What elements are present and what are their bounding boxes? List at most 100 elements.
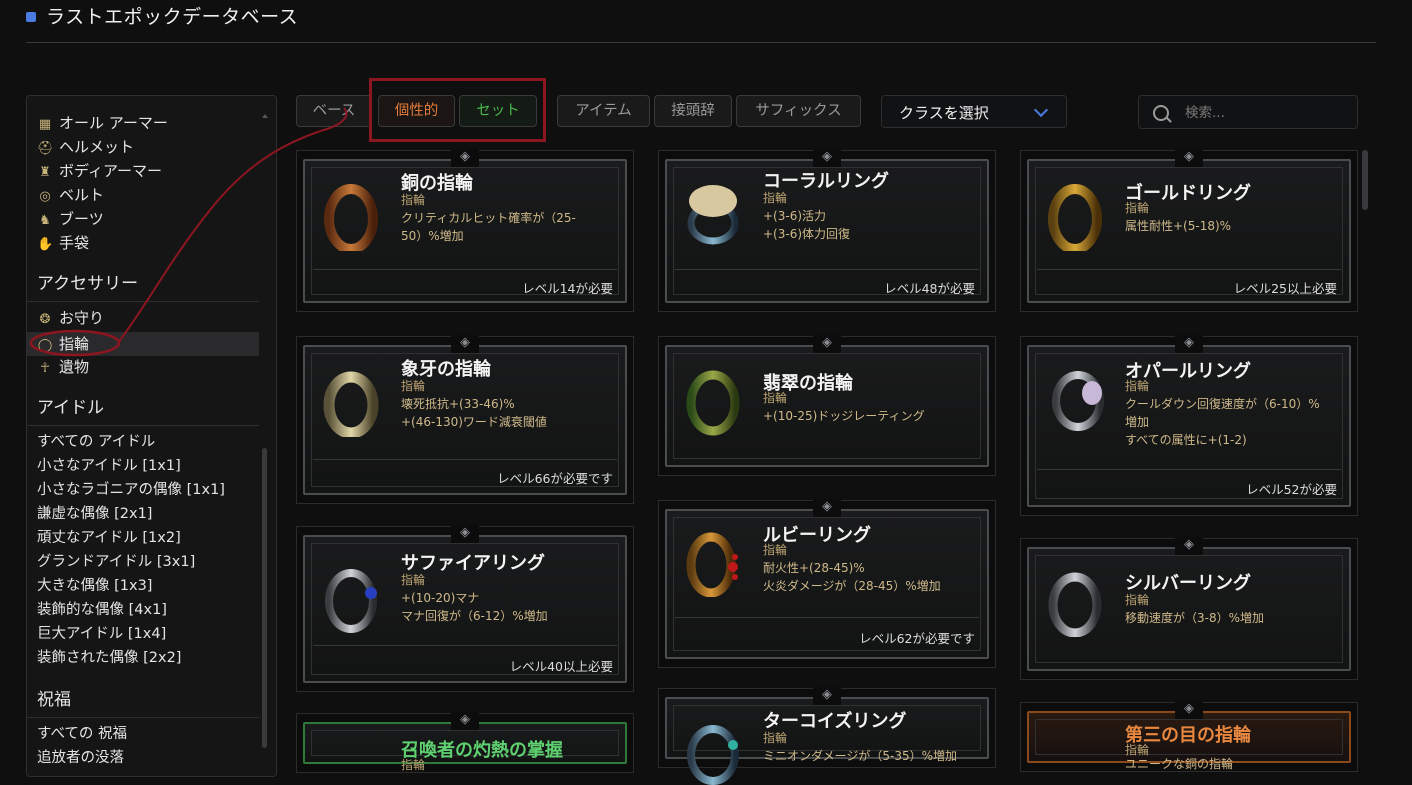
main-scrollbar[interactable] (1362, 150, 1368, 210)
level-requirement: レベル14が必要 (522, 281, 613, 296)
sidebar-item-idol[interactable]: 小さなアイドル [1x1] (37, 455, 181, 477)
crest-icon: ◈ (1175, 149, 1203, 167)
item-card-summoner-grasp[interactable]: ◈ 召喚者の灼熱の掌握 指輪 (296, 712, 634, 773)
item-card-third-eye-ring[interactable]: ◈ 第三の目の指輪 指輪 ユニークな銅の指輪 (1020, 701, 1358, 772)
ruby-ring-icon (686, 532, 738, 597)
item-type: 指輪 (763, 191, 788, 205)
crest-icon: ◈ (813, 335, 841, 353)
sidebar-item-relic[interactable]: ☥ 遺物 (37, 356, 89, 378)
page-header: ラストエポックデータベース (26, 0, 1376, 43)
silver-ring-icon (1048, 572, 1102, 637)
item-card-ruby-ring[interactable]: ◈ ルビーリング 指輪 耐火性+(28-45)% 火炎ダメージが（28-45）%増… (658, 499, 996, 668)
item-card-opal-ring[interactable]: ◈ オパールリング 指輪 クールダウン回復速度が（6-10）% 増加 すべての属性に… (1020, 335, 1358, 516)
divider (27, 301, 259, 302)
logo-square-icon (26, 12, 36, 22)
sidebar-item-blessing[interactable]: すべての 祝福 (37, 723, 127, 745)
item-mods: 壊死抵抗+(33-46)% +(46-130)ワード減衰閾値 (401, 397, 547, 429)
section-heading-blessing: 祝福 (37, 690, 71, 710)
ring-icon: ◯ (37, 338, 53, 353)
gold-ring-icon (1048, 184, 1102, 251)
item-card-gold-ring[interactable]: ◈ ゴールドリング 指輪 属性耐性+(5-18)% レベル25以上必要 (1020, 149, 1358, 312)
copper-ring-icon (324, 184, 378, 251)
crest-icon: ◈ (451, 712, 479, 730)
item-mods: クリティカルヒット確率が（25- 50）%増加 (401, 211, 576, 243)
sidebar-scrollbar[interactable] (262, 448, 267, 748)
page-title: ラストエポックデータベース (46, 6, 299, 28)
sidebar-item-boots[interactable]: ♞ ブーツ (37, 208, 104, 230)
item-card-jade-ring[interactable]: ◈ 翡翠の指輪 指輪 +(10-25)ドッジレーティング (658, 335, 996, 476)
sidebar-item-idol[interactable]: 小さなラゴニアの偶像 [1x1] (37, 479, 225, 501)
body-armor-icon: ♜ (39, 165, 51, 180)
turquoise-ring-icon (687, 725, 739, 785)
jade-ring-icon (686, 370, 740, 436)
gloves-icon: ✋ (37, 237, 54, 252)
relic-icon: ☥ (40, 361, 50, 376)
level-requirement: レベル40以上必要 (509, 659, 613, 674)
sidebar-item-helmet[interactable]: ⛑ ヘルメット (37, 136, 134, 158)
divider (27, 717, 259, 718)
chevron-down-icon (1033, 102, 1049, 118)
level-requirement: レベル25以上必要 (1233, 281, 1337, 296)
sidebar-item-belt[interactable]: ◎ ベルト (37, 184, 104, 206)
item-type: 指輪 (763, 731, 788, 745)
sidebar-item-idol[interactable]: 謙虚な偶像 [2x1] (37, 503, 152, 525)
sidebar-item-blessing[interactable]: 追放者の没落 (37, 747, 124, 769)
item-mods: ミニオンダメージが（5-35）%増加 (763, 749, 958, 763)
tab-suffix[interactable]: サフィックス (736, 95, 861, 127)
item-card-turquoise-ring[interactable]: ◈ ターコイズリング 指輪 ミニオンダメージが（5-35）%増加 (658, 687, 996, 785)
sidebar-item-body-armor[interactable]: ♜ ボディアーマー (37, 160, 162, 182)
search-box[interactable] (1138, 95, 1358, 129)
item-mods: +(10-20)マナ マナ回復が（6-12）%増加 (401, 591, 548, 623)
scroll-up-arrow-icon[interactable] (262, 114, 268, 118)
item-type: 指輪 (1125, 201, 1150, 215)
item-mods: +(3-6)活力 +(3-6)体力回復 (763, 209, 851, 241)
sidebar-item-idol[interactable]: グランドアイドル [3x1] (37, 551, 195, 573)
item-mods: クールダウン回復速度が（6-10）% 増加 すべての属性に+(1-2) (1125, 397, 1320, 447)
crest-icon: ◈ (813, 687, 841, 705)
level-requirement: レベル62が必要です (859, 631, 975, 646)
sidebar-item-ring[interactable]: ◯ 指輪 (37, 333, 89, 355)
sidebar-item-gloves[interactable]: ✋ 手袋 (37, 232, 89, 254)
sidebar-item-idol[interactable]: 大きな偶像 [1x3] (37, 575, 152, 597)
sidebar-item-idol[interactable]: 装飾された偶像 [2x2] (37, 647, 181, 669)
level-requirement: レベル48が必要 (884, 281, 975, 296)
item-card-coral-ring[interactable]: ◈ コーラルリング 指輪 +(3-6)活力 +(3-6)体力回復 レベル48が必要 (658, 149, 996, 312)
crest-icon: ◈ (451, 149, 479, 167)
sidebar-item-idol[interactable]: すべての アイドル (37, 431, 155, 453)
sidebar-item-idol[interactable]: 頑丈なアイドル [1x2] (37, 527, 181, 549)
item-card-silver-ring[interactable]: ◈ シルバーリング 指輪 移動速度が（3-8）%増加 (1020, 537, 1358, 680)
sidebar-item-all-armor[interactable]: ▦ オール アーマー (37, 112, 168, 134)
crest-icon: ◈ (1175, 335, 1203, 353)
item-type: 指輪 (401, 193, 426, 207)
class-select-dropdown[interactable]: クラスを選択 (881, 95, 1067, 128)
item-type: 指輪 (1125, 593, 1150, 607)
coral-ring-icon (687, 185, 739, 245)
item-card-sapphire-ring[interactable]: ◈ サファイアリング 指輪 +(10-20)マナ マナ回復が（6-12）%増加 レ… (296, 525, 634, 692)
class-select-label: クラスを選択 (899, 104, 989, 122)
crest-icon: ◈ (1175, 537, 1203, 555)
tab-item[interactable]: アイテム (557, 95, 650, 127)
item-card-copper-ring[interactable]: ◈ 銅の指輪 指輪 クリティカルヒット確率が（25- 50）%増加 レベル14が必… (296, 149, 634, 312)
sidebar-item-idol[interactable]: 巨大アイドル [1x4] (37, 623, 166, 645)
item-mods: ユニークな銅の指輪 (1125, 757, 1234, 771)
tab-prefix[interactable]: 接頭辞 (654, 95, 732, 127)
boots-icon: ♞ (39, 213, 51, 228)
ivory-ring-icon (323, 371, 379, 437)
section-heading-accessory: アクセサリー (37, 274, 139, 294)
search-input[interactable] (1183, 102, 1347, 124)
sapphire-ring-icon (325, 569, 377, 633)
sidebar-item-idol[interactable]: 装飾的な偶像 [4x1] (37, 599, 167, 621)
section-heading-idol: アイドル (37, 398, 105, 418)
tab-base[interactable]: ベース (296, 95, 372, 127)
sidebar-item-amulet[interactable]: ❂ お守り (37, 307, 104, 329)
crest-icon: ◈ (451, 335, 479, 353)
category-sidebar: ▦ オール アーマー ⛑ ヘルメット ♜ ボディアーマー ◎ ベルト ♞ ブーツ ✋ 手袋 … (26, 95, 277, 777)
item-type: 指輪 (763, 543, 788, 557)
item-card-ivory-ring[interactable]: ◈ 象牙の指輪 指輪 壊死抵抗+(33-46)% +(46-130)ワード減衰閾値… (296, 335, 634, 504)
crest-icon: ◈ (813, 499, 841, 517)
item-type: 指輪 (763, 391, 788, 405)
crest-icon: ◈ (813, 149, 841, 167)
search-icon (1153, 105, 1169, 121)
helmet-icon: ⛑ (37, 141, 54, 156)
level-requirement: レベル52が必要 (1246, 482, 1337, 497)
